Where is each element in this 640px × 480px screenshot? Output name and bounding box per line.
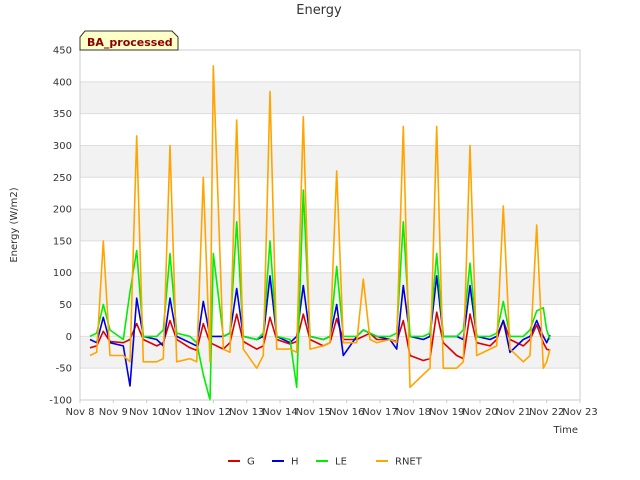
y-tick-label: -50 <box>56 364 72 375</box>
x-tick-label: Nov 20 <box>462 407 497 418</box>
x-tick-label: Nov 8 <box>65 407 94 418</box>
band <box>80 368 580 400</box>
y-tick-label: -100 <box>49 396 72 407</box>
x-axis-ticks: Nov 8 Nov 9 Nov 10Nov 11Nov 12Nov 13Nov 14… <box>65 400 598 418</box>
y-tick-label: 250 <box>53 173 72 184</box>
x-axis-label: Time <box>553 425 578 436</box>
legend: G H LE RNET <box>228 457 423 468</box>
band <box>80 177 580 210</box>
band <box>80 113 580 146</box>
badge: BA_processed <box>79 30 179 51</box>
x-tick-label: Nov 23 <box>562 407 597 418</box>
legend-label: LE <box>335 457 347 468</box>
x-tick-label: Nov 12 <box>196 407 231 418</box>
x-tick-label: Nov 10 <box>129 407 164 418</box>
legend-label: H <box>291 457 299 468</box>
y-axis-label: Energy (W/m2) <box>9 187 20 262</box>
y-tick-label: 100 <box>53 268 72 279</box>
x-tick-label: Nov 22 <box>529 407 564 418</box>
y-axis-ticks: -100 -50 0 50 100 150 200 250 300 350 400 450 <box>49 46 72 407</box>
band <box>80 145 580 178</box>
x-tick-label: Nov 18 <box>396 407 431 418</box>
y-tick-label: 300 <box>53 141 72 152</box>
x-tick-label: Nov 21 <box>496 407 531 418</box>
legend-label: G <box>247 457 255 468</box>
band <box>80 272 580 305</box>
legend-label: RNET <box>395 457 423 468</box>
x-tick-label: Nov 14 <box>262 407 297 418</box>
x-tick-label: Nov 13 <box>229 407 264 418</box>
x-tick-label: Nov 19 <box>429 407 464 418</box>
y-tick-label: 150 <box>53 236 72 247</box>
badge-label: BA_processed <box>87 36 173 49</box>
y-tick-label: 50 <box>59 300 72 311</box>
y-tick-label: 200 <box>53 205 72 216</box>
energy-chart: -100 -50 0 50 100 150 200 250 300 350 400 450 Nov 8… <box>9 3 598 468</box>
y-tick-label: 450 <box>53 46 72 57</box>
x-tick-label: Nov 16 <box>329 407 364 418</box>
x-tick-label: Nov 17 <box>362 407 397 418</box>
band <box>80 81 580 114</box>
x-tick-label: Nov 11 <box>162 407 197 418</box>
chart-title: Energy <box>296 3 342 18</box>
plot-background-bands <box>80 50 580 400</box>
band <box>80 50 580 82</box>
y-tick-label: 350 <box>53 109 72 120</box>
y-tick-label: 400 <box>53 77 72 88</box>
y-tick-label: 0 <box>66 332 72 343</box>
x-tick-label: Nov 9 <box>99 407 128 418</box>
x-tick-label: Nov 15 <box>296 407 331 418</box>
